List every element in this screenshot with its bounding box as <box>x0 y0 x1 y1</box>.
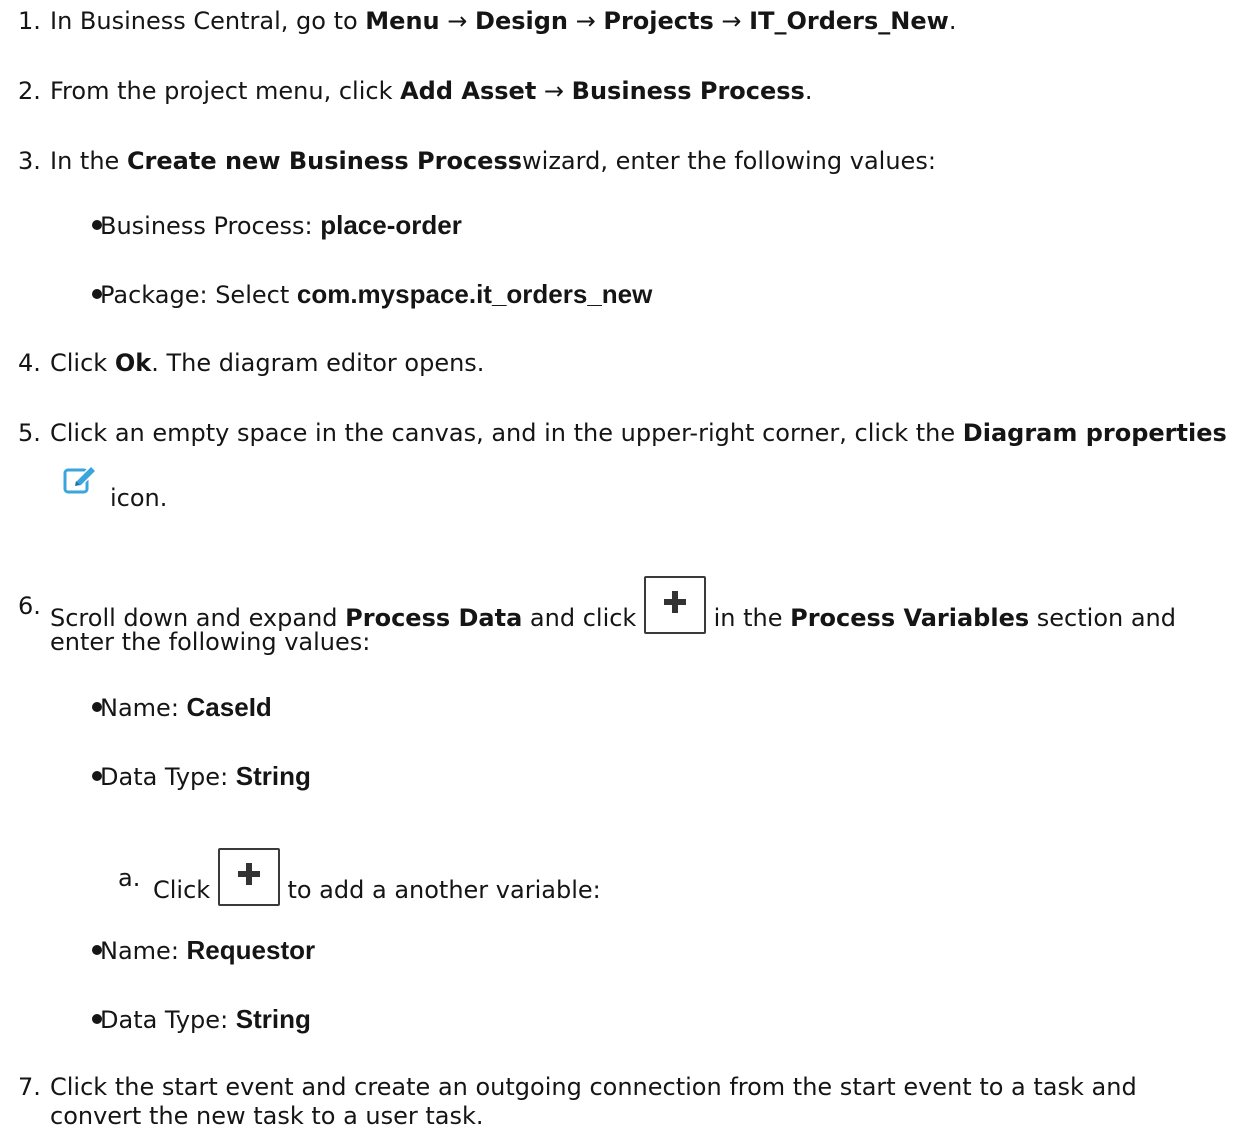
field-value: Requestor <box>186 935 316 965</box>
step-number: 6. <box>18 592 41 620</box>
step-7-line-2: convert the new task to a user task. <box>50 1102 484 1130</box>
step-7: Click the start event and create an outg… <box>50 1073 1137 1101</box>
bullet-item: Name: CaseId <box>100 691 272 724</box>
plus-icon <box>663 590 686 613</box>
design-term: Design <box>475 7 568 35</box>
bullet-item: Data Type: String <box>100 760 311 793</box>
diagram-properties-term: Diagram properties <box>962 419 1227 447</box>
substep-letter: a. <box>118 864 141 892</box>
step-number: 7. <box>18 1073 41 1101</box>
bullet-item: Name: Requestor <box>100 934 315 967</box>
step-text: wizard, enter the following values: <box>522 147 936 175</box>
step-text: . The diagram editor opens. <box>151 349 485 377</box>
add-variable-button <box>217 848 280 906</box>
wizard-name: Create new Business Process <box>126 147 523 175</box>
separator: : Select <box>199 281 297 309</box>
step-text: Click <box>153 876 218 904</box>
step-text: to add a another variable: <box>279 876 601 904</box>
field-label: Business Process <box>100 212 305 240</box>
business-process-term: Business Process <box>571 77 805 105</box>
field-value: String <box>235 1004 311 1034</box>
arrow-sep: → <box>439 7 476 35</box>
bullet-item: Package: Select com.myspace.it_orders_ne… <box>100 278 652 311</box>
step-4: Click Ok. The diagram editor opens. <box>50 347 484 379</box>
field-label: Package <box>100 281 200 309</box>
separator: : <box>220 763 236 791</box>
separator: : <box>170 937 187 965</box>
process-data-term: Process Data <box>345 604 523 632</box>
step-number: 1. <box>18 7 41 35</box>
menu-term: Menu <box>365 7 440 35</box>
step-3: In the Create new Business Processwizard… <box>50 145 936 177</box>
field-value: String <box>235 761 311 791</box>
period: . <box>804 77 813 105</box>
field-label: Data Type <box>100 763 221 791</box>
field-label: Name <box>100 937 171 965</box>
step-text: From the project menu, click <box>50 77 401 105</box>
step-text: Click <box>50 349 115 377</box>
document-page: 1. In Business Central, go to Menu → Des… <box>0 0 1252 1133</box>
step-text: and click <box>522 604 644 632</box>
separator: : <box>170 694 187 722</box>
step-1: In Business Central, go to Menu → Design… <box>50 5 956 37</box>
step-number: 2. <box>18 77 41 105</box>
step-text: In the <box>50 147 127 175</box>
projects-term: Projects <box>603 7 714 35</box>
bullet-item: Data Type: String <box>100 1003 311 1036</box>
arrow-sep: → <box>536 77 572 105</box>
field-label: Name <box>100 694 171 722</box>
arrow-sep: → <box>568 7 604 35</box>
substep-a: Click to add a another variable: <box>153 848 601 920</box>
field-label: Data Type <box>100 1006 221 1034</box>
step-number: 4. <box>18 349 41 377</box>
edit-pencil-icon <box>62 464 102 502</box>
field-value: com.myspace.it_orders_new <box>296 279 653 309</box>
step-6-line-2: enter the following values: <box>50 628 371 656</box>
ok-term: Ok <box>114 349 152 377</box>
period: . <box>948 7 957 35</box>
step-text: in the <box>705 604 791 632</box>
plus-icon <box>237 862 260 885</box>
separator: : <box>304 212 321 240</box>
add-asset-term: Add Asset <box>400 77 537 105</box>
project-name: IT_Orders_New <box>749 7 949 35</box>
bullet-item: Business Process: place-order <box>100 209 462 242</box>
step-number: 5. <box>18 419 41 447</box>
step-text: section and <box>1029 604 1177 632</box>
step-text: In Business Central, go to <box>50 7 366 35</box>
add-variable-button <box>643 576 706 634</box>
field-value: place-order <box>320 210 462 240</box>
step-number: 3. <box>18 147 41 175</box>
step-text: Click an empty space in the canvas, and … <box>50 419 963 447</box>
step-2: From the project menu, click Add Asset →… <box>50 75 812 107</box>
separator: : <box>220 1006 236 1034</box>
step-5: Click an empty space in the canvas, and … <box>50 417 1227 449</box>
field-value: CaseId <box>186 692 272 722</box>
process-variables-term: Process Variables <box>790 604 1030 632</box>
icon-word: icon. <box>110 484 168 512</box>
arrow-sep: → <box>713 7 750 35</box>
